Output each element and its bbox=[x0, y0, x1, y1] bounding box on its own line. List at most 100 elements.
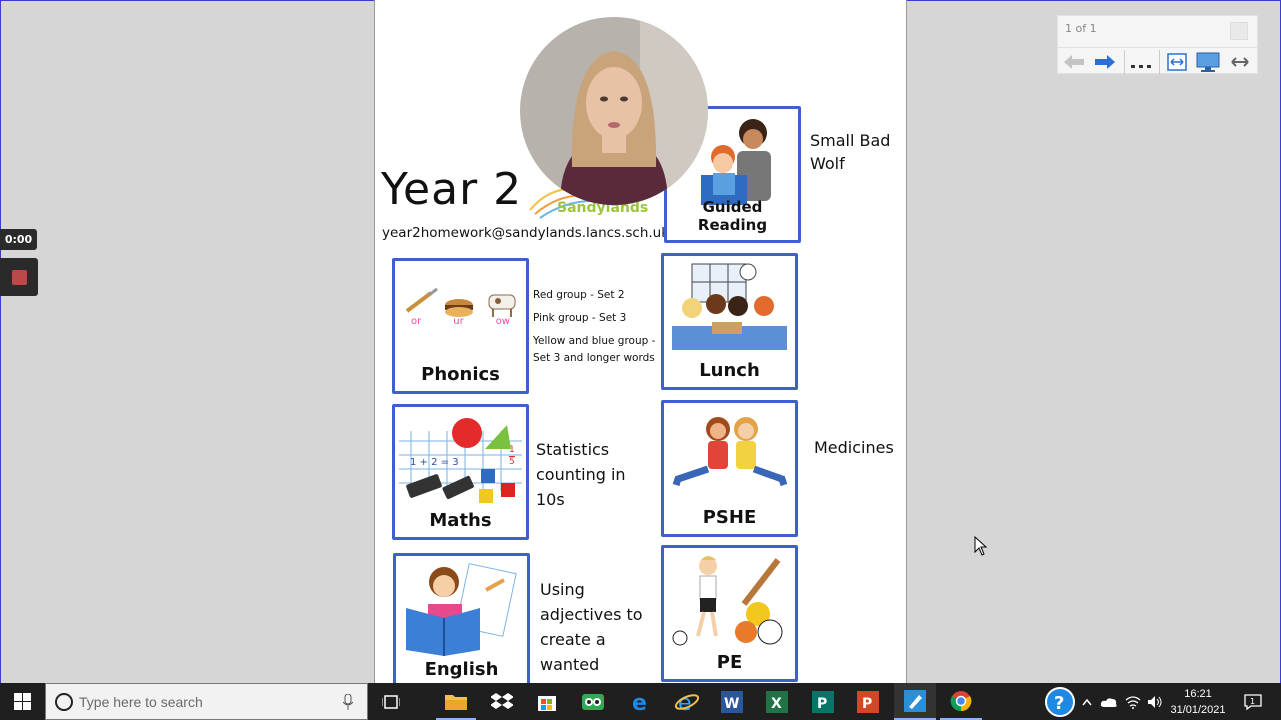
more-options-button[interactable] bbox=[1125, 48, 1157, 76]
edge-icon: e bbox=[632, 691, 647, 713]
powerpoint-icon: P bbox=[857, 690, 879, 713]
card-maths: 1 + 2 = 3 1 5 Maths bbox=[392, 404, 529, 540]
mouse-cursor-icon bbox=[974, 535, 988, 560]
clock-date: 31/01/2021 bbox=[1170, 704, 1226, 716]
previous-page-button[interactable] bbox=[1058, 48, 1090, 76]
powerpoint-app[interactable]: P bbox=[847, 683, 889, 720]
cortana-icon bbox=[55, 693, 73, 711]
windows-logo-icon bbox=[14, 693, 31, 710]
card-phonics: or ur ow Phonics bbox=[392, 258, 529, 394]
card-label: Lunch bbox=[699, 360, 760, 381]
stop-recording-button[interactable] bbox=[0, 258, 38, 296]
card-label: Guided Reading bbox=[697, 198, 768, 234]
edge-app[interactable]: e bbox=[620, 683, 662, 720]
stop-icon bbox=[11, 269, 27, 285]
expand-button[interactable] bbox=[1224, 48, 1256, 76]
card-label: Maths bbox=[429, 510, 492, 531]
pshe-icon bbox=[668, 407, 791, 504]
internet-explorer-icon: e bbox=[675, 691, 699, 714]
svg-text:1: 1 bbox=[1250, 697, 1255, 706]
clock-time: 16:21 bbox=[1184, 688, 1212, 700]
paint-app[interactable] bbox=[894, 683, 936, 720]
onedrive-button[interactable] bbox=[1098, 683, 1120, 720]
lunch-icon bbox=[668, 260, 791, 357]
pe-icon bbox=[668, 552, 791, 649]
taskbar: Type here to search e e W X P P ? 16:21 … bbox=[0, 683, 1281, 720]
start-button[interactable] bbox=[0, 683, 45, 720]
card-lunch: Lunch bbox=[661, 253, 798, 390]
monitor-icon bbox=[1196, 52, 1220, 72]
task-view-button[interactable] bbox=[372, 683, 409, 720]
phonics-note: Red group - Set 2 Pink group - Set 3 Yel… bbox=[533, 289, 656, 364]
maths-fraction: 1 5 bbox=[509, 445, 515, 467]
page-indicator: 1 of 1 bbox=[1065, 22, 1097, 35]
speaker-icon bbox=[1148, 695, 1162, 708]
svg-text:P: P bbox=[862, 696, 872, 712]
publisher-icon: P bbox=[812, 690, 834, 713]
svg-text:P: P bbox=[817, 696, 827, 712]
paint-icon bbox=[904, 689, 926, 712]
excel-app[interactable]: X bbox=[756, 683, 798, 720]
arrow-right-icon bbox=[1095, 55, 1115, 69]
expand-horizontal-icon bbox=[1231, 57, 1249, 67]
show-hidden-icons-button[interactable] bbox=[1079, 683, 1095, 720]
help-icon: ? bbox=[1045, 686, 1075, 717]
viewer-toolbar: 1 of 1 bbox=[1057, 15, 1258, 74]
email-address: year2homework@sandylands.lancs.sch.uk bbox=[382, 225, 670, 241]
search-placeholder: Type here to search bbox=[79, 693, 203, 710]
wifi-icon bbox=[1125, 695, 1141, 709]
taskbar-search-box[interactable]: Type here to search bbox=[45, 683, 368, 720]
present-button[interactable] bbox=[1192, 48, 1224, 76]
cloud-icon bbox=[1100, 697, 1117, 707]
guided-reading-note: Small Bad Wolf bbox=[810, 131, 891, 173]
system-clock[interactable]: 16:21 31/01/2021 bbox=[1166, 686, 1230, 718]
file-explorer-app[interactable] bbox=[436, 683, 476, 720]
dropbox-icon bbox=[491, 692, 513, 709]
chrome-app[interactable] bbox=[940, 683, 982, 720]
card-pshe: PSHE bbox=[661, 400, 798, 537]
maths-sum: 1 + 2 = 3 bbox=[410, 457, 459, 468]
card-label: PE bbox=[716, 652, 743, 673]
word-app[interactable]: W bbox=[711, 683, 753, 720]
svg-text:W: W bbox=[724, 696, 739, 712]
card-label: English bbox=[424, 659, 499, 680]
dropbox-app[interactable] bbox=[482, 683, 522, 720]
tripadvisor-app[interactable] bbox=[573, 683, 613, 720]
viewer-buttons bbox=[1058, 47, 1257, 75]
separator bbox=[1159, 50, 1160, 74]
task-view-icon bbox=[381, 694, 400, 709]
volume-button[interactable] bbox=[1144, 683, 1166, 720]
publisher-app[interactable]: P bbox=[802, 683, 844, 720]
svg-text:X: X bbox=[771, 696, 782, 712]
network-button[interactable] bbox=[1122, 683, 1144, 720]
card-pe: PE bbox=[661, 545, 798, 682]
store-icon bbox=[538, 695, 556, 711]
store-app[interactable] bbox=[527, 683, 567, 720]
close-toolbar-button[interactable] bbox=[1230, 22, 1248, 40]
notifications-button[interactable]: 1 bbox=[1236, 683, 1270, 720]
help-button[interactable]: ? bbox=[1043, 683, 1077, 720]
arrow-left-icon bbox=[1064, 55, 1084, 69]
fit-width-button[interactable] bbox=[1161, 48, 1193, 76]
maths-note: Statistics counting in 10s bbox=[536, 440, 626, 509]
chrome-icon bbox=[950, 690, 972, 711]
tripadvisor-icon bbox=[582, 693, 604, 710]
chevron-up-icon bbox=[1082, 698, 1092, 705]
webcam-overlay[interactable] bbox=[520, 17, 708, 205]
card-label: PSHE bbox=[702, 507, 757, 528]
presenter-avatar-icon bbox=[520, 17, 708, 205]
recording-timer: 0:00 bbox=[0, 229, 37, 250]
more-icon bbox=[1131, 65, 1151, 68]
notification-icon: 1 bbox=[1244, 693, 1262, 710]
pshe-note: Medicines bbox=[814, 438, 894, 457]
phonics-sounds: or ur ow bbox=[411, 316, 510, 327]
english-note: Using adjectives to create a wanted post… bbox=[540, 580, 643, 683]
excel-icon: X bbox=[766, 690, 788, 713]
next-page-button[interactable] bbox=[1089, 48, 1121, 76]
svg-text:e: e bbox=[678, 691, 692, 714]
microphone-icon bbox=[343, 694, 353, 710]
phonics-icon bbox=[399, 265, 522, 361]
svg-text:?: ? bbox=[1054, 693, 1064, 714]
card-english: English bbox=[393, 553, 530, 683]
internet-explorer-app[interactable]: e bbox=[666, 683, 708, 720]
